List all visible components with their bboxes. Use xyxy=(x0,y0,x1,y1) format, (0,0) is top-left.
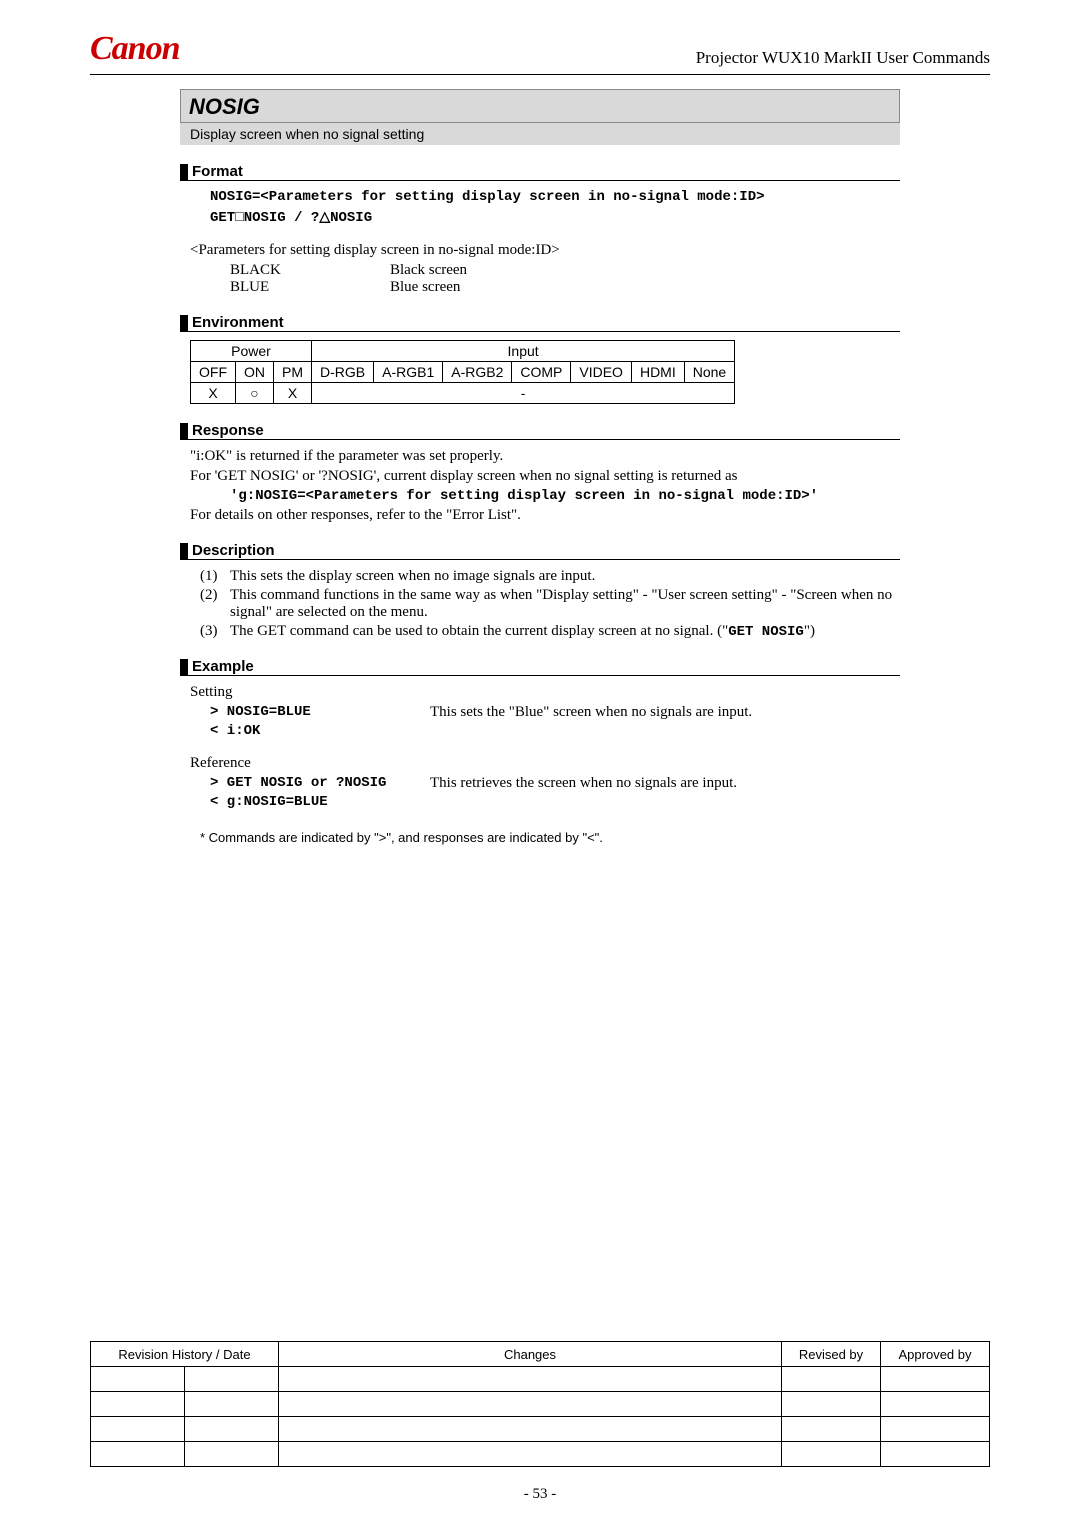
desc-num: (3) xyxy=(200,623,230,640)
env-input: Input xyxy=(312,341,735,362)
resp-l3: 'g:NOSIG=<Parameters for setting display… xyxy=(230,488,900,504)
param-key: BLACK xyxy=(230,262,390,279)
desc-item: (2) This command functions in the same w… xyxy=(200,587,900,621)
env-col: HDMI xyxy=(631,362,684,383)
env-col: COMP xyxy=(512,362,571,383)
param-intro: <Parameters for setting display screen i… xyxy=(190,242,900,259)
ex-ref-resp: < g:NOSIG=BLUE xyxy=(210,794,430,810)
desc-text: This sets the display screen when no ima… xyxy=(230,568,595,585)
param-row: BLACK Black screen xyxy=(230,262,900,279)
section-format: Format xyxy=(180,163,900,181)
command-subtitle: Display screen when no signal setting xyxy=(180,123,900,145)
page-header: Canon Projector WUX10 MarkII User Comman… xyxy=(90,30,990,75)
env-col: None xyxy=(684,362,734,383)
fmt-mid: NOSIG / ? xyxy=(244,210,320,226)
ex-set-cmd: > NOSIG=BLUE xyxy=(210,704,430,721)
env-cell: ○ xyxy=(236,383,274,404)
rev-h1: Revision History / Date xyxy=(91,1342,279,1367)
fmt-end: NOSIG xyxy=(330,210,372,226)
rev-h2: Changes xyxy=(279,1342,782,1367)
environment-table: Power Input OFF ON PM D-RGB A-RGB1 A-RGB… xyxy=(190,340,735,404)
env-col: OFF xyxy=(191,362,236,383)
desc-num: (1) xyxy=(200,568,230,585)
resp-l2: For 'GET NOSIG' or '?NOSIG', current dis… xyxy=(190,468,900,485)
ex-ref-label: Reference xyxy=(190,755,900,772)
section-example: Example xyxy=(180,658,900,676)
format-line2: GET□NOSIG / ?△NOSIG xyxy=(210,208,900,226)
doc-title: Projector WUX10 MarkII User Commands xyxy=(696,48,990,68)
fmt-get: GET xyxy=(210,210,235,226)
param-val: Black screen xyxy=(390,262,467,279)
ex-ref-desc: This retrieves the screen when no signal… xyxy=(430,775,737,792)
env-col: D-RGB xyxy=(312,362,374,383)
rev-h4: Approved by xyxy=(881,1342,990,1367)
param-key: BLUE xyxy=(230,279,390,296)
env-col: A-RGB2 xyxy=(443,362,512,383)
env-power: Power xyxy=(191,341,312,362)
desc-text: This command functions in the same way a… xyxy=(230,587,900,621)
revision-table: Revision History / Date Changes Revised … xyxy=(90,1341,990,1467)
env-col: ON xyxy=(236,362,274,383)
resp-l1: "i:OK" is returned if the parameter was … xyxy=(190,448,900,465)
desc-item: (1) This sets the display screen when no… xyxy=(200,568,900,585)
desc-text: The GET command can be used to obtain th… xyxy=(230,623,815,640)
desc-num: (2) xyxy=(200,587,230,621)
section-response: Response xyxy=(180,422,900,440)
section-description: Description xyxy=(180,542,900,560)
section-environment: Environment xyxy=(180,314,900,332)
env-col: A-RGB1 xyxy=(374,362,443,383)
env-col: VIDEO xyxy=(571,362,632,383)
command-title: NOSIG xyxy=(180,89,900,123)
ex-setting-label: Setting xyxy=(190,684,900,701)
ex-set-resp: < i:OK xyxy=(210,723,430,739)
env-cell: - xyxy=(312,383,735,404)
env-col: PM xyxy=(274,362,312,383)
param-val: Blue screen xyxy=(390,279,460,296)
resp-l4: For details on other responses, refer to… xyxy=(190,507,900,524)
ex-ref-cmd: > GET NOSIG or ?NOSIG xyxy=(210,775,430,792)
ex-footnote: * Commands are indicated by ">", and res… xyxy=(200,830,900,845)
param-row: BLUE Blue screen xyxy=(230,279,900,296)
env-cell: X xyxy=(274,383,312,404)
page-number: - 53 - xyxy=(0,1486,1080,1503)
ex-set-desc: This sets the "Blue" screen when no sign… xyxy=(430,704,752,721)
env-cell: X xyxy=(191,383,236,404)
desc-item: (3) The GET command can be used to obtai… xyxy=(200,623,900,640)
logo: Canon xyxy=(90,30,180,68)
format-line1: NOSIG=<Parameters for setting display sc… xyxy=(210,189,900,205)
rev-h3: Revised by xyxy=(782,1342,881,1367)
